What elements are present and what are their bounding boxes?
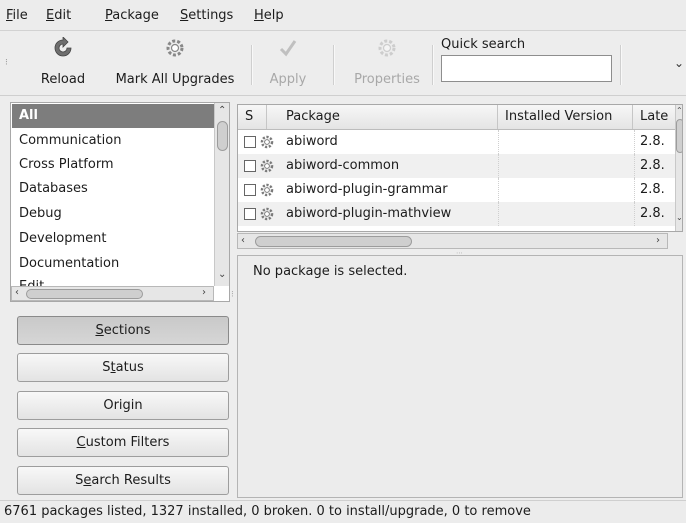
latest-version: 2.8.	[640, 182, 665, 197]
column-header-latest-version[interactable]: Late	[633, 105, 675, 129]
details-text: No package is selected.	[253, 264, 408, 279]
latest-version: 2.8.	[640, 158, 665, 173]
reload-button[interactable]: Reload	[28, 31, 98, 95]
package-gear-icon	[260, 207, 274, 221]
package-gear-icon	[260, 183, 274, 197]
package-gear-icon	[260, 159, 274, 173]
package-name: abiword-common	[286, 158, 400, 173]
package-table-vscroll-thumb[interactable]	[676, 119, 682, 153]
scroll-right-arrow-icon[interactable]: ›	[202, 287, 206, 298]
section-item-all[interactable]: All	[12, 104, 215, 128]
table-row[interactable]: abiword-plugin-grammar 2.8.	[238, 178, 675, 202]
menu-settings[interactable]: Settings	[180, 8, 233, 23]
checkmark-icon	[279, 40, 297, 57]
menu-bar: File Edit Package Settings Help	[0, 0, 686, 31]
menu-help[interactable]: Help	[254, 8, 284, 23]
scroll-left-arrow-icon[interactable]: ‹	[15, 287, 19, 298]
section-list: All Communication Cross Platform Databas…	[10, 102, 230, 302]
apply-button[interactable]: Apply	[262, 31, 314, 95]
section-item-communication[interactable]: Communication	[12, 129, 215, 153]
search-results-button[interactable]: Search Results	[17, 466, 229, 495]
toolbar-separator	[251, 45, 253, 85]
column-divider	[498, 154, 499, 178]
column-divider	[498, 178, 499, 202]
properties-gear-icon	[378, 39, 396, 57]
section-list-hscroll-thumb[interactable]	[26, 289, 143, 299]
package-name: abiword-plugin-mathview	[286, 206, 452, 221]
table-row[interactable]: abiword-plugin-mathview 2.8.	[238, 202, 675, 226]
column-divider	[634, 130, 635, 154]
package-table-header: S Package Installed Version Late	[238, 105, 675, 130]
reload-icon	[54, 37, 72, 57]
gear-icon	[166, 39, 184, 57]
package-details-panel: No package is selected.	[237, 255, 683, 498]
origin-button[interactable]: Origin	[17, 391, 229, 420]
section-item-development[interactable]: Development	[12, 227, 215, 251]
status-button[interactable]: Status	[17, 353, 229, 382]
pane-resize-grip-icon[interactable]: ⁝	[231, 290, 234, 300]
table-row[interactable]: abiword-common 2.8.	[238, 154, 675, 178]
scroll-left-arrow-icon[interactable]: ‹	[241, 235, 245, 246]
scroll-down-arrow-icon[interactable]: ⌄	[218, 269, 226, 280]
package-table-hscrollbar[interactable]: ‹ ›	[237, 233, 668, 249]
quick-search-label: Quick search	[441, 37, 526, 52]
column-divider	[498, 202, 499, 226]
package-table-hscroll-thumb[interactable]	[255, 236, 412, 247]
column-header-status[interactable]: S	[238, 105, 267, 129]
section-item-documentation[interactable]: Documentation	[12, 252, 215, 276]
menu-edit[interactable]: Edit	[46, 8, 71, 23]
toolbar-separator	[620, 45, 622, 85]
column-header-installed-version[interactable]: Installed Version	[498, 105, 633, 129]
section-list-vscrollbar[interactable]: ⌃ ⌄	[214, 103, 229, 286]
toolbar-separator	[333, 45, 335, 85]
section-list-hscrollbar[interactable]: ‹ ›	[11, 286, 214, 301]
install-checkbox[interactable]	[244, 184, 256, 196]
toolbar-overflow-chevron-icon[interactable]: ⌄	[674, 56, 684, 70]
table-row[interactable]: abiword 2.8.	[238, 130, 675, 154]
menu-package[interactable]: Package	[105, 8, 159, 23]
package-name: abiword	[286, 134, 338, 149]
install-checkbox[interactable]	[244, 208, 256, 220]
package-table-vscrollbar[interactable]: ⌃ ⌄	[675, 105, 682, 231]
latest-version: 2.8.	[640, 134, 665, 149]
quick-search-input[interactable]	[441, 55, 612, 82]
latest-version: 2.8.	[640, 206, 665, 221]
status-bar: 6761 packages listed, 1327 installed, 0 …	[0, 500, 686, 523]
status-text: 6761 packages listed, 1327 installed, 0 …	[4, 504, 531, 519]
mark-all-upgrades-button[interactable]: Mark All Upgrades	[108, 31, 242, 95]
package-gear-icon	[260, 135, 274, 149]
scroll-right-arrow-icon[interactable]: ›	[656, 235, 660, 246]
sections-button[interactable]: Sections	[17, 316, 229, 345]
column-header-package[interactable]: Package	[279, 105, 498, 129]
custom-filters-button[interactable]: Custom Filters	[17, 428, 229, 457]
column-divider	[634, 202, 635, 226]
scroll-up-arrow-icon[interactable]: ⌃	[218, 105, 226, 116]
scroll-up-arrow-icon[interactable]: ⌃	[676, 106, 682, 115]
section-item-debug[interactable]: Debug	[12, 202, 215, 226]
column-divider	[634, 154, 635, 178]
install-checkbox[interactable]	[244, 160, 256, 172]
toolbar-separator	[432, 45, 434, 85]
toolbar-grip-icon[interactable]: ⁝	[5, 58, 8, 68]
package-table: S Package Installed Version Late abiword…	[237, 104, 683, 232]
column-divider	[634, 178, 635, 202]
column-divider	[498, 130, 499, 154]
section-list-vscroll-thumb[interactable]	[217, 121, 228, 151]
section-item-cross-platform[interactable]: Cross Platform	[12, 153, 215, 177]
scroll-down-arrow-icon[interactable]: ⌄	[676, 213, 682, 222]
package-name: abiword-plugin-grammar	[286, 182, 448, 197]
properties-button[interactable]: Properties	[347, 31, 427, 95]
toolbar: ⁝ Reload Mark All Upgrades Apply Propert…	[0, 31, 686, 96]
menu-file[interactable]: File	[6, 8, 28, 23]
install-checkbox[interactable]	[244, 136, 256, 148]
section-item-databases[interactable]: Databases	[12, 177, 215, 201]
